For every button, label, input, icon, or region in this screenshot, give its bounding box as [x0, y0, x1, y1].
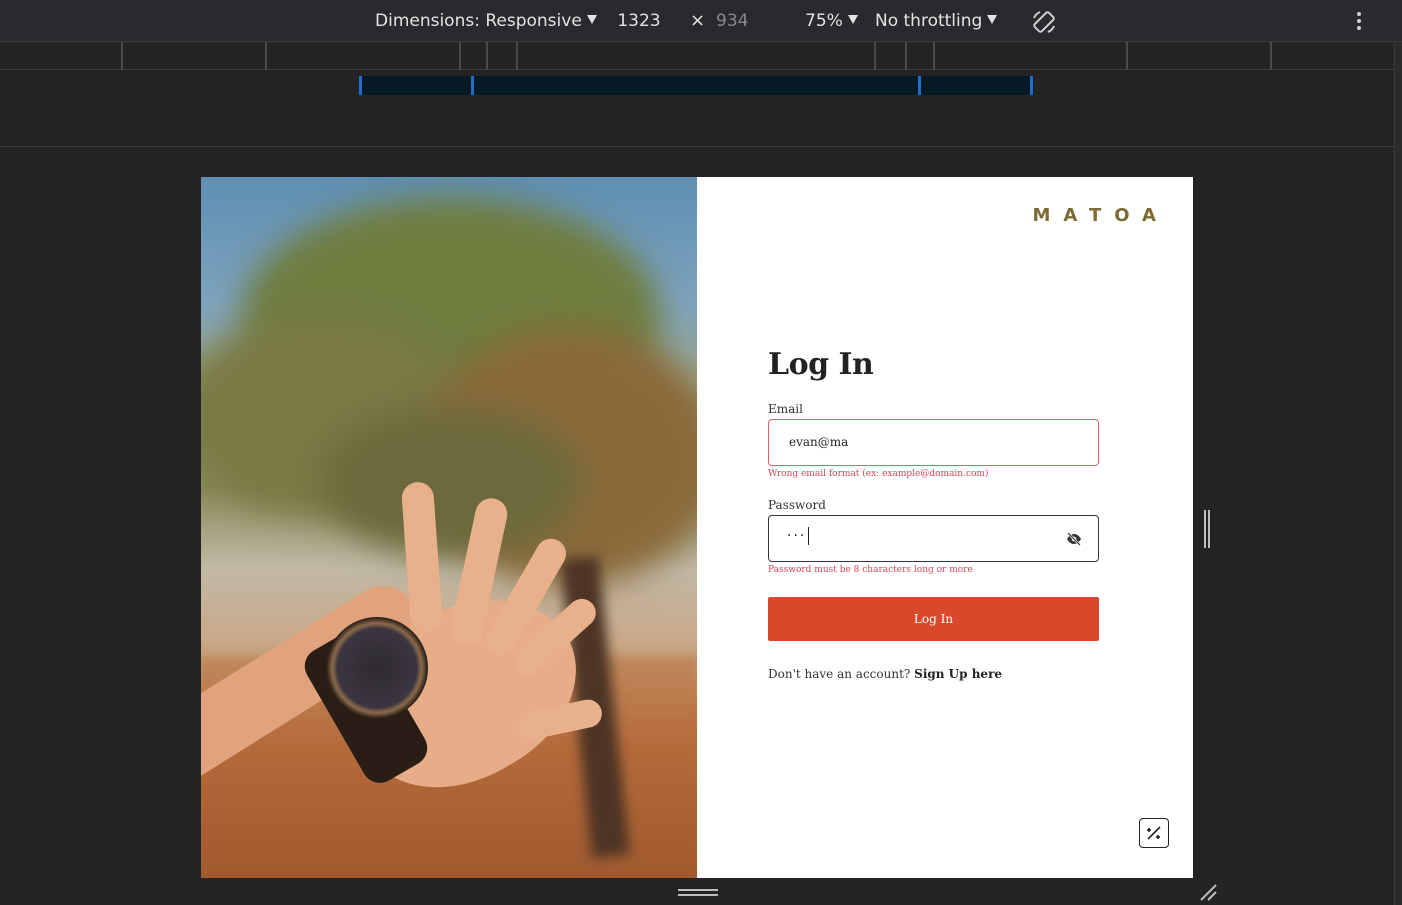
dimensions-label: Dimensions: Responsive: [375, 11, 582, 31]
height-input[interactable]: 934: [716, 0, 748, 42]
eye-off-icon[interactable]: [1066, 531, 1082, 547]
chevron-down-icon: [586, 15, 597, 24]
email-error: Wrong email format (ex: example@domain.c…: [768, 469, 989, 479]
email-value: evan@ma: [789, 435, 849, 449]
rotate-icon[interactable]: [1030, 8, 1058, 36]
resize-handle-bottom[interactable]: [678, 889, 718, 899]
width-input[interactable]: 1323: [610, 0, 668, 42]
password-value: ···: [787, 527, 810, 545]
email-field[interactable]: evan@ma: [768, 419, 1099, 466]
page-title: Log In: [768, 347, 874, 382]
zoom-label: 75%: [805, 11, 843, 31]
chevron-down-icon: [847, 15, 858, 24]
signup-prompt: Don't have an account?: [768, 667, 911, 681]
dimensions-dropdown[interactable]: Dimensions: Responsive: [375, 0, 597, 42]
throttling-dropdown[interactable]: No throttling: [875, 0, 998, 42]
media-query-bar[interactable]: [359, 76, 1034, 95]
chevron-down-icon: [987, 15, 998, 24]
times-separator: ×: [690, 10, 706, 31]
magic-wand-icon: [1147, 826, 1161, 840]
password-error: Password must be 8 characters long or mo…: [768, 565, 973, 575]
signup-link[interactable]: Sign Up here: [914, 667, 1002, 681]
password-field[interactable]: ···: [768, 515, 1099, 562]
divider: [0, 146, 1394, 147]
more-options-icon[interactable]: [1350, 12, 1368, 32]
zoom-dropdown[interactable]: 75%: [805, 0, 858, 42]
signup-row: Don't have an account? Sign Up here: [768, 667, 1099, 681]
media-query-ruler: [0, 42, 1394, 70]
password-label: Password: [768, 498, 826, 512]
devtools-device-toolbar: Dimensions: Responsive 1323 × 934 75% No…: [0, 0, 1402, 42]
emulated-viewport: MATOA Log In Email evan@ma Wrong email f…: [201, 177, 1193, 878]
brand-logo[interactable]: MATOA: [1033, 205, 1169, 226]
throttling-label: No throttling: [875, 11, 983, 31]
login-button[interactable]: Log In: [768, 597, 1099, 641]
email-label: Email: [768, 402, 803, 416]
scrollbar[interactable]: [1394, 42, 1402, 905]
resize-handle-right[interactable]: [1204, 510, 1212, 548]
resize-handle-corner[interactable]: [1198, 882, 1218, 902]
login-form: Log In Email evan@ma Wrong email format …: [768, 347, 1099, 681]
hero-photo: [201, 177, 697, 878]
magic-wand-button[interactable]: [1139, 818, 1169, 848]
